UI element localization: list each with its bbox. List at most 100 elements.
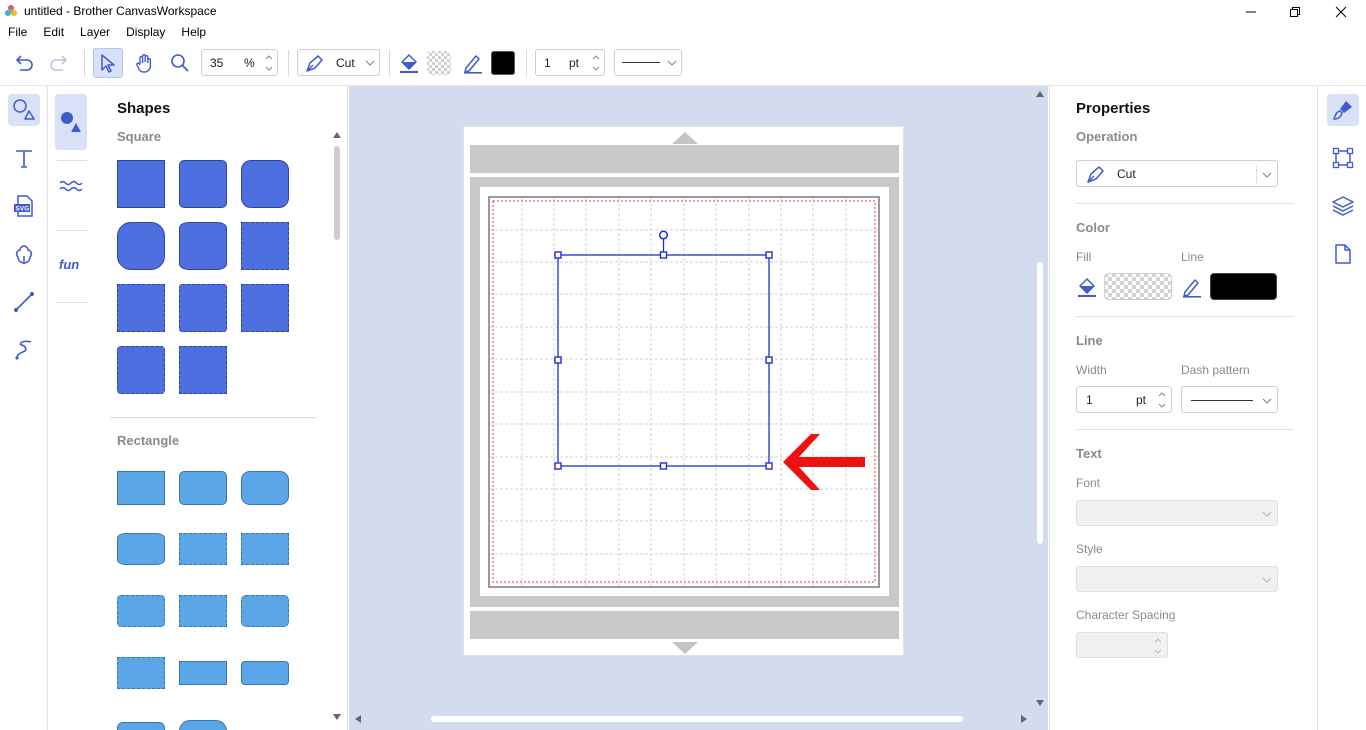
svg-import-button[interactable]: SVG (8, 190, 40, 222)
scroll-up-arrow-icon[interactable] (333, 132, 341, 138)
rounded-rectangle-shape[interactable] (241, 661, 289, 685)
wavy-lines-icon (59, 180, 83, 192)
selected-square[interactable] (549, 226, 789, 476)
width-stepper[interactable]: 1 pt (1076, 386, 1172, 413)
line-color-button[interactable] (458, 48, 488, 78)
zigzag-rectangle-shape[interactable] (179, 533, 227, 565)
width-value[interactable]: 1 (1086, 393, 1093, 407)
undo-button[interactable] (9, 48, 39, 78)
svg-text:SVG: SVG (16, 206, 30, 213)
fill-color-swatch[interactable] (424, 48, 454, 78)
restore-button[interactable] (1272, 0, 1318, 23)
rectangle-shape[interactable] (117, 471, 165, 505)
select-tool-button[interactable] (93, 48, 123, 78)
scalloped-square-shape[interactable] (179, 284, 227, 332)
stepper-arrows-icon[interactable] (263, 51, 275, 75)
rounded-square-shape[interactable] (179, 160, 227, 208)
rounded-rectangle-shape[interactable] (117, 722, 165, 730)
fill-color-button[interactable] (394, 48, 424, 78)
dash-pattern-select[interactable] (1181, 386, 1278, 413)
operation-select[interactable]: Cut (1076, 160, 1278, 187)
scroll-right-arrow-icon[interactable] (1021, 715, 1027, 723)
dash-pattern-dropdown[interactable] (614, 49, 682, 76)
menu-edit[interactable]: Edit (35, 23, 72, 43)
paint-bucket-icon[interactable] (1076, 276, 1098, 298)
canvas-area[interactable] (349, 86, 1048, 730)
zigzag-square-shape[interactable] (241, 222, 289, 270)
scalloped-square-shape[interactable] (117, 346, 165, 394)
close-button[interactable] (1318, 0, 1364, 23)
page-tab-button[interactable] (1327, 238, 1359, 270)
menu-file[interactable]: File (0, 23, 35, 43)
scroll-up-arrow-icon[interactable] (1036, 91, 1044, 97)
scroll-down-arrow-icon[interactable] (333, 714, 341, 720)
pill-rectangle-shape[interactable] (179, 720, 227, 730)
scrollbar-thumb[interactable] (431, 716, 963, 722)
character-spacing-stepper[interactable] (1076, 632, 1168, 658)
line-width-value[interactable]: 1 (544, 56, 551, 70)
hand-tool-button[interactable] (130, 48, 160, 78)
rounded-rectangle-shape[interactable] (241, 471, 289, 505)
stamp-square-shape[interactable] (179, 346, 227, 394)
rounded-rectangle-shape[interactable] (179, 471, 227, 505)
tool-rail: SVG (0, 86, 48, 730)
stamp-rectangle-shape[interactable] (117, 657, 165, 689)
scalloped-rectangle-shape[interactable] (241, 533, 289, 565)
chevron-down-icon (1262, 172, 1272, 178)
pen-icon[interactable] (1181, 276, 1203, 298)
transform-tab-button[interactable] (1327, 142, 1359, 174)
scrollbar-thumb[interactable] (334, 146, 340, 240)
pen-icon (464, 55, 482, 74)
window-title: untitled - Brother CanvasWorkspace (24, 4, 217, 18)
rounded-square-shape[interactable] (241, 160, 289, 208)
rounded-square-shape[interactable] (117, 222, 165, 270)
rectangle-shape[interactable] (179, 661, 227, 685)
properties-tab-button[interactable] (1327, 94, 1359, 126)
bulged-square-shape[interactable] (179, 222, 227, 270)
line-width-stepper[interactable]: 1 pt (535, 49, 605, 76)
line-color-swatch[interactable] (488, 48, 518, 78)
stepper-arrows-icon[interactable] (590, 51, 602, 75)
shapes-tool-button[interactable] (8, 94, 40, 126)
zoom-tool-button[interactable] (165, 48, 195, 78)
shape-category-rail: fun (49, 86, 95, 730)
zoom-stepper[interactable]: 35 % (201, 49, 278, 76)
stamp-rectangle-shape[interactable] (179, 595, 227, 627)
menu-layer[interactable]: Layer (72, 23, 118, 43)
redo-button[interactable] (44, 48, 74, 78)
scroll-left-arrow-icon[interactable] (355, 715, 361, 723)
stepper-arrows-icon[interactable] (1152, 634, 1164, 658)
fill-swatch[interactable] (1104, 273, 1172, 300)
scroll-down-arrow-icon[interactable] (1036, 700, 1044, 706)
menu-help[interactable]: Help (173, 23, 214, 43)
scalloped-rectangle-shape[interactable] (117, 595, 165, 627)
scrollbar-thumb[interactable] (1037, 262, 1043, 544)
style-select[interactable] (1076, 566, 1278, 592)
category-fun[interactable]: fun (55, 246, 87, 282)
canvas-vertical-scrollbar[interactable] (1033, 86, 1047, 712)
category-basic-shapes[interactable] (55, 94, 87, 150)
zoom-value[interactable]: 35 (210, 56, 223, 70)
square-shape[interactable] (117, 160, 165, 208)
operation-select-value: Cut (1117, 167, 1136, 181)
stepper-arrows-icon[interactable] (1156, 388, 1168, 412)
shapes-scrollbar[interactable] (331, 130, 343, 726)
stamp-square-shape[interactable] (241, 284, 289, 332)
font-select[interactable] (1076, 500, 1278, 526)
bulged-rectangle-shape[interactable] (117, 533, 165, 565)
layers-tab-button[interactable] (1327, 190, 1359, 222)
section-divider (1076, 429, 1294, 430)
freehand-tool-button[interactable] (8, 334, 40, 366)
text-tool-button[interactable] (8, 142, 40, 174)
canvas-horizontal-scrollbar[interactable] (349, 712, 1033, 726)
pattern-tool-button[interactable] (8, 238, 40, 270)
minimize-button[interactable] (1228, 0, 1274, 23)
line-tool-button[interactable] (8, 286, 40, 318)
scalloped-rectangle-shape[interactable] (241, 595, 289, 627)
menu-display[interactable]: Display (118, 23, 173, 43)
line-color-swatch[interactable] (1210, 273, 1277, 300)
category-borders[interactable] (55, 168, 87, 204)
scalloped-square-shape[interactable] (117, 284, 165, 332)
operation-dropdown[interactable]: Cut (297, 49, 380, 76)
line-color-fill (491, 51, 515, 75)
